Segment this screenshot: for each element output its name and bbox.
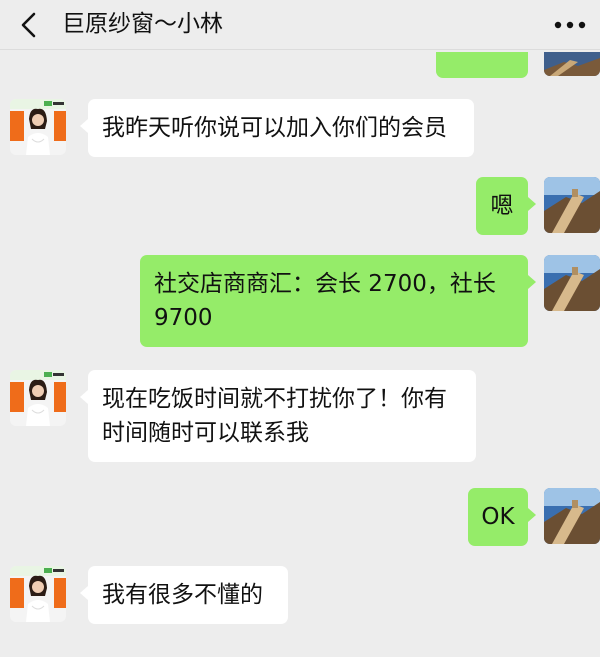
self-avatar[interactable] [544, 177, 600, 233]
contact-photo-icon [10, 370, 66, 426]
contact-photo-icon [10, 99, 66, 155]
message-bubble[interactable]: 嗯 [476, 177, 536, 235]
message-bubble[interactable]: 现在吃饭时间就不打扰你了！你有时间随时可以联系我 [80, 370, 476, 462]
message-bubble[interactable]: OK [468, 488, 536, 546]
contact-photo-icon [10, 566, 66, 622]
more-button[interactable] [550, 8, 590, 42]
chat-title: 巨原纱窗～小林 [62, 11, 223, 37]
back-button[interactable] [14, 8, 44, 42]
self-avatar[interactable] [544, 488, 600, 544]
chat-header: 巨原纱窗～小林 [0, 0, 600, 50]
great-wall-image-icon [544, 488, 600, 544]
more-dots-icon [554, 21, 586, 29]
contact-avatar[interactable] [10, 370, 66, 426]
great-wall-image-icon [544, 255, 600, 311]
self-avatar[interactable] [544, 255, 600, 311]
self-avatar[interactable] [544, 52, 600, 76]
message-bubble[interactable]: 我有很多不懂的 [80, 566, 288, 624]
great-wall-image-icon [544, 52, 600, 76]
contact-avatar[interactable] [10, 566, 66, 622]
message-bubble[interactable]: 我昨天听你说可以加入你们的会员 [80, 99, 474, 157]
great-wall-image-icon [544, 177, 600, 233]
previous-message-bubble [436, 52, 528, 78]
message-bubble[interactable]: 社交店商商汇：会长 2700，社长 9700 [140, 255, 536, 347]
contact-avatar[interactable] [10, 99, 66, 155]
chevron-left-icon [21, 12, 36, 38]
